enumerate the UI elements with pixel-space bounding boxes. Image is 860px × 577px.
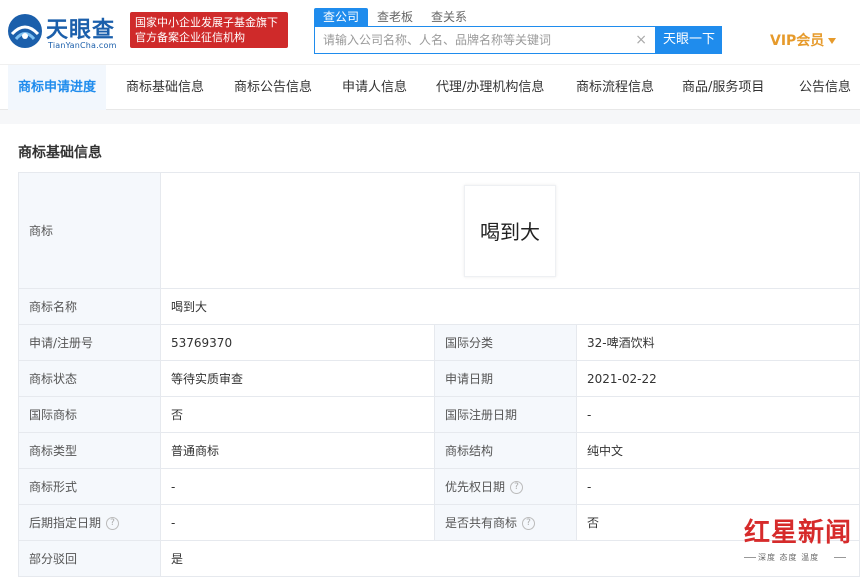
clear-icon[interactable]: × xyxy=(635,32,647,48)
row-label: 优先权日期 xyxy=(445,480,506,494)
trademark-info-table: 商标 喝到大 商标名称 喝到大 申请/注册号 53769370 国际分类 32-… xyxy=(18,172,860,577)
row-label-with-help: 是否共有商标? xyxy=(434,504,577,541)
row-label: 申请/注册号 xyxy=(18,324,161,361)
table-row: 部分驳回 是 xyxy=(18,540,860,577)
trademark-image[interactable]: 喝到大 xyxy=(464,184,556,277)
logo-domain: TianYanCha.com xyxy=(48,41,117,50)
search-tab-company[interactable]: 查公司 xyxy=(314,8,369,26)
row-value: 否 xyxy=(160,396,435,433)
main-content: 商标基础信息 商标 喝到大 商标名称 喝到大 申请/注册号 53769370 国… xyxy=(0,110,860,577)
row-value: - xyxy=(576,468,860,505)
table-row: 申请/注册号 53769370 国际分类 32-啤酒饮料 xyxy=(18,324,860,361)
row-value: 53769370 xyxy=(160,324,435,361)
row-label: 商标结构 xyxy=(434,432,577,469)
search-tab-relation[interactable]: 查关系 xyxy=(422,8,476,26)
trademark-label: 商标 xyxy=(18,172,161,289)
search-type-tabs: 查公司 查老板 查关系 xyxy=(314,8,476,26)
table-row: 后期指定日期? - 是否共有商标? 否 xyxy=(18,504,860,541)
watermark-divider xyxy=(744,557,756,558)
row-value: 等待实质审查 xyxy=(160,360,435,397)
row-value: 32-啤酒饮料 xyxy=(576,324,860,361)
trademark-image-cell: 喝到大 xyxy=(160,172,860,289)
tab-agency-info[interactable]: 代理/办理机构信息 xyxy=(436,65,544,110)
row-label: 国际商标 xyxy=(18,396,161,433)
tab-process-info[interactable]: 商标流程信息 xyxy=(576,65,654,110)
top-header: 天眼查 TianYanCha.com 国家中小企业发展子基金旗下 官方备案企业征… xyxy=(0,0,860,64)
row-label: 商标形式 xyxy=(18,468,161,505)
help-icon[interactable]: ? xyxy=(106,517,120,530)
search-input[interactable] xyxy=(315,27,625,53)
table-row: 商标类型 普通商标 商标结构 纯中文 xyxy=(18,432,860,469)
table-row: 商标 喝到大 xyxy=(18,172,860,289)
row-label: 商标类型 xyxy=(18,432,161,469)
tianyancha-logo[interactable]: 天眼查 TianYanCha.com xyxy=(6,10,124,54)
row-value: 2021-02-22 xyxy=(576,360,860,397)
help-icon[interactable]: ? xyxy=(522,517,536,530)
row-label: 申请日期 xyxy=(434,360,577,397)
search-button[interactable]: 天眼一下 xyxy=(656,26,722,54)
official-badge: 国家中小企业发展子基金旗下 官方备案企业征信机构 xyxy=(130,12,288,48)
row-label: 后期指定日期 xyxy=(29,516,102,530)
vip-label: VIP会员 xyxy=(770,33,825,49)
row-value: 纯中文 xyxy=(576,432,860,469)
search-tab-boss[interactable]: 查老板 xyxy=(368,8,422,26)
row-label-with-help: 后期指定日期? xyxy=(18,504,161,541)
tab-announcement-info[interactable]: 商标公告信息 xyxy=(234,65,312,110)
row-value: - xyxy=(160,468,435,505)
row-label: 是否共有商标 xyxy=(445,516,518,530)
logo-eye-icon xyxy=(8,14,42,48)
logo-title: 天眼查 xyxy=(46,18,116,43)
row-label: 国际注册日期 xyxy=(434,396,577,433)
vip-member-menu[interactable]: VIP会员 xyxy=(770,30,837,50)
row-label: 国际分类 xyxy=(434,324,577,361)
watermark-title: 红星新闻 xyxy=(744,518,853,548)
badge-line-2: 官方备案企业征信机构 xyxy=(135,31,245,44)
table-row: 国际商标 否 国际注册日期 - xyxy=(18,396,860,433)
search-box: × xyxy=(314,26,656,54)
tab-goods-services[interactable]: 商品/服务项目 xyxy=(682,65,764,110)
help-icon[interactable]: ? xyxy=(510,481,524,494)
tab-basic-info[interactable]: 商标基础信息 xyxy=(126,65,204,110)
trademark-nav-tabs: 商标申请进度 商标基础信息 商标公告信息 申请人信息 代理/办理机构信息 商标流… xyxy=(0,64,860,110)
row-label-with-help: 优先权日期? xyxy=(434,468,577,505)
row-value: 普通商标 xyxy=(160,432,435,469)
caret-down-icon xyxy=(828,38,837,44)
watermark-divider xyxy=(834,557,846,558)
trademark-text: 喝到大 xyxy=(480,220,540,244)
hongxing-news-watermark: 红星新闻 深度 态度 温度 xyxy=(744,512,854,568)
tab-application-progress[interactable]: 商标申请进度 xyxy=(8,65,107,110)
row-label: 商标名称 xyxy=(18,288,161,325)
row-label: 部分驳回 xyxy=(18,540,161,577)
watermark-slogan: 深度 态度 温度 xyxy=(758,553,820,562)
table-row: 商标状态 等待实质审查 申请日期 2021-02-22 xyxy=(18,360,860,397)
row-value: - xyxy=(160,504,435,541)
basic-info-panel: 商标基础信息 商标 喝到大 商标名称 喝到大 申请/注册号 53769370 国… xyxy=(0,124,860,577)
row-value: 喝到大 xyxy=(160,288,860,325)
section-title: 商标基础信息 xyxy=(18,145,102,161)
table-row: 商标名称 喝到大 xyxy=(18,288,860,325)
tab-notice-info[interactable]: 公告信息 xyxy=(799,65,851,110)
badge-line-1: 国家中小企业发展子基金旗下 xyxy=(135,16,278,29)
tab-applicant-info[interactable]: 申请人信息 xyxy=(342,65,407,110)
row-value: - xyxy=(576,396,860,433)
table-row: 商标形式 - 优先权日期? - xyxy=(18,468,860,505)
row-label: 商标状态 xyxy=(18,360,161,397)
